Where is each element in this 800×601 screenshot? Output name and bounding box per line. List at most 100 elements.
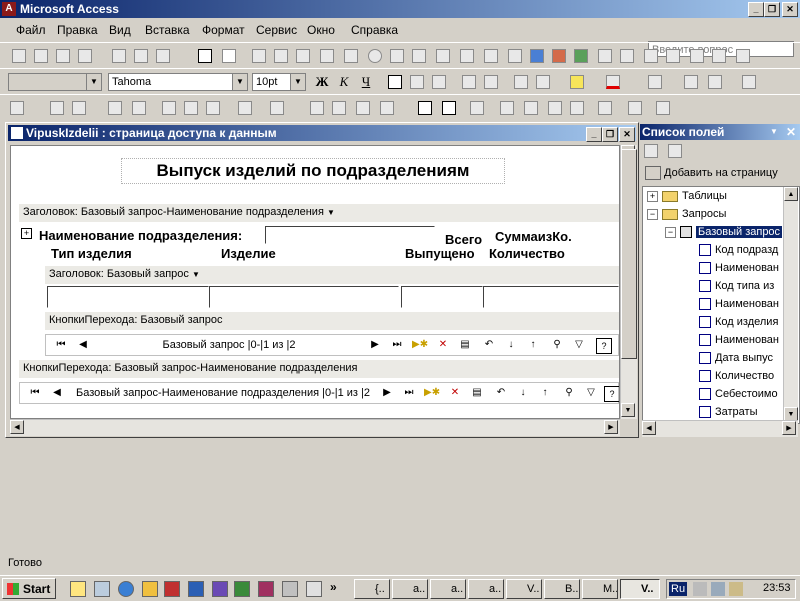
tray-app-icon[interactable] xyxy=(729,582,743,596)
bound-html-icon[interactable] xyxy=(274,49,288,63)
tree-field-item[interactable]: Код типа из xyxy=(699,277,774,295)
tree-field-item[interactable]: Наименован xyxy=(699,331,779,349)
clock[interactable]: 23:53 xyxy=(763,582,791,594)
save-icon[interactable] xyxy=(50,101,64,115)
access-app-icon[interactable]: A xyxy=(2,2,16,16)
redo-icon[interactable] xyxy=(270,101,284,115)
special-effect-icon[interactable] xyxy=(708,75,722,89)
quantity-field[interactable] xyxy=(483,286,619,308)
chevron-down-icon[interactable]: ▼ xyxy=(192,270,200,279)
scroll-left-icon[interactable]: ◀ xyxy=(642,421,656,435)
more-icon[interactable]: » xyxy=(330,580,337,594)
office-spreadsheet-icon[interactable] xyxy=(574,49,588,63)
group-icon[interactable] xyxy=(156,49,170,63)
italic-button[interactable]: К xyxy=(334,73,354,91)
tree-field-item[interactable]: Код изделия xyxy=(699,313,778,331)
image-hyperlink-icon[interactable] xyxy=(508,49,522,63)
volume-icon[interactable] xyxy=(693,582,707,596)
menu-window[interactable]: Окно xyxy=(307,23,335,37)
start-button[interactable]: Start xyxy=(2,578,56,599)
textbox-icon[interactable] xyxy=(296,49,310,63)
menu-format[interactable]: Формат xyxy=(202,23,245,37)
font-size-select[interactable]: 10pt ▼ xyxy=(252,73,306,91)
help-icon[interactable]: ? xyxy=(596,338,612,354)
tree-field-item[interactable]: Количество xyxy=(699,367,774,385)
expand-icon[interactable]: + xyxy=(21,228,32,239)
department-name-field[interactable] xyxy=(265,226,435,244)
sort-asc-icon[interactable]: ↓ xyxy=(516,386,530,400)
field-list-icon[interactable] xyxy=(418,101,432,115)
field-list-refresh-icon[interactable] xyxy=(668,144,682,158)
outer-nav-band[interactable]: КнопкиПерехода: Базовый запрос-Наименова… xyxy=(19,360,619,378)
more-format-icon[interactable] xyxy=(742,75,756,89)
field-tree[interactable]: + Таблицы − Запросы − Базовый запрос Код по… xyxy=(642,186,800,424)
properties-icon[interactable] xyxy=(470,101,484,115)
network-icon[interactable] xyxy=(711,582,725,596)
collapse-icon[interactable]: − xyxy=(665,226,676,238)
print-preview-icon[interactable] xyxy=(132,101,146,115)
add-to-page-button[interactable]: Добавить на страницу xyxy=(642,164,798,182)
spacing-icon[interactable] xyxy=(134,49,148,63)
align-text-left-icon[interactable] xyxy=(388,75,402,89)
taskbar-button[interactable]: a.. xyxy=(430,579,466,599)
print-icon[interactable] xyxy=(108,101,122,115)
field-list-view-icon[interactable] xyxy=(644,144,658,158)
movie-icon[interactable] xyxy=(598,49,612,63)
label-icon[interactable] xyxy=(252,49,266,63)
taskbar-button[interactable]: a.. xyxy=(468,579,504,599)
sum-quantity-field[interactable]: СуммаизКо. xyxy=(495,228,583,246)
quicklaunch-other-icon[interactable] xyxy=(306,581,322,597)
decrease-indent-icon[interactable] xyxy=(462,75,476,89)
taskbar-button[interactable]: V.. xyxy=(506,579,542,599)
office-pivottable-icon[interactable] xyxy=(530,49,544,63)
tree-item-base-query[interactable]: − Базовый запрос xyxy=(665,223,783,241)
menu-edit[interactable]: Правка xyxy=(57,23,98,37)
line-icon[interactable] xyxy=(644,49,658,63)
close-button[interactable]: ✕ xyxy=(782,2,798,17)
style-select[interactable]: ▼ xyxy=(8,73,102,91)
toggle-filter-icon[interactable]: ▽ xyxy=(572,338,586,352)
bullets-icon[interactable] xyxy=(536,75,550,89)
bold-button[interactable]: Ж xyxy=(312,73,332,91)
field-tree-scrollbar[interactable]: ▲ ▼ xyxy=(783,187,798,421)
tree-field-item[interactable]: Затраты xyxy=(699,403,758,421)
demote-icon[interactable] xyxy=(356,101,370,115)
toggle-filter-icon[interactable] xyxy=(570,101,584,115)
first-record-icon[interactable]: ⏮ xyxy=(54,338,68,352)
new-record-icon[interactable]: ▶✱ xyxy=(412,338,428,352)
scroll-right-icon[interactable]: ▶ xyxy=(782,421,796,435)
command-button-icon[interactable] xyxy=(460,49,474,63)
dap-maximize-button[interactable]: ❐ xyxy=(602,127,618,142)
sort-asc-icon[interactable]: ↓ xyxy=(504,338,518,352)
align-top-icon[interactable] xyxy=(56,49,70,63)
inner-header-band[interactable]: Заголовок: Базовый запрос ▼ xyxy=(45,266,619,284)
align-left-icon[interactable] xyxy=(12,49,26,63)
delete-record-icon[interactable]: ✕ xyxy=(448,386,462,400)
field-tree-hscrollbar[interactable]: ◀ ▶ xyxy=(642,420,798,437)
menu-help[interactable]: Справка xyxy=(351,23,398,37)
next-record-icon[interactable]: ▶ xyxy=(380,386,394,400)
new-object-icon[interactable] xyxy=(628,101,642,115)
page-design-canvas[interactable]: Выпуск изделий по подразделениям Заголов… xyxy=(10,145,620,419)
quicklaunch-publisher-icon[interactable] xyxy=(258,581,274,597)
group-header-band[interactable]: Заголовок: Базовый запрос-Наименование п… xyxy=(19,204,619,222)
col-header-product-type[interactable]: Тип изделия xyxy=(51,246,132,261)
menu-tools[interactable]: Сервис xyxy=(256,23,297,37)
inner-navigation-bar[interactable]: ⏮ ◀ Базовый запрос |0-|1 из |2 ▶ ⏭ ▶✱ ✕ … xyxy=(45,334,619,356)
undo-record-icon[interactable]: ↶ xyxy=(482,338,496,352)
last-record-icon[interactable]: ⏭ xyxy=(390,338,404,352)
filter-selection-icon[interactable]: ⚲ xyxy=(562,386,576,400)
scrolling-text-icon[interactable] xyxy=(320,49,334,63)
tree-item-tables[interactable]: + Таблицы xyxy=(647,187,727,205)
underline-button[interactable]: Ч xyxy=(356,73,376,91)
toggle-filter-icon[interactable]: ▽ xyxy=(584,386,598,400)
page-heading[interactable]: Выпуск изделий по подразделениям xyxy=(121,158,505,184)
office-chart-icon[interactable] xyxy=(552,49,566,63)
rectangle-icon[interactable] xyxy=(666,49,680,63)
combobox-icon[interactable] xyxy=(436,49,450,63)
line-width-icon[interactable] xyxy=(684,75,698,89)
sort-desc-icon[interactable]: ↑ xyxy=(526,338,540,352)
scroll-down-icon[interactable]: ▼ xyxy=(621,403,635,417)
quicklaunch-tools-icon[interactable] xyxy=(282,581,298,597)
dap-close-button[interactable]: ✕ xyxy=(619,127,635,142)
